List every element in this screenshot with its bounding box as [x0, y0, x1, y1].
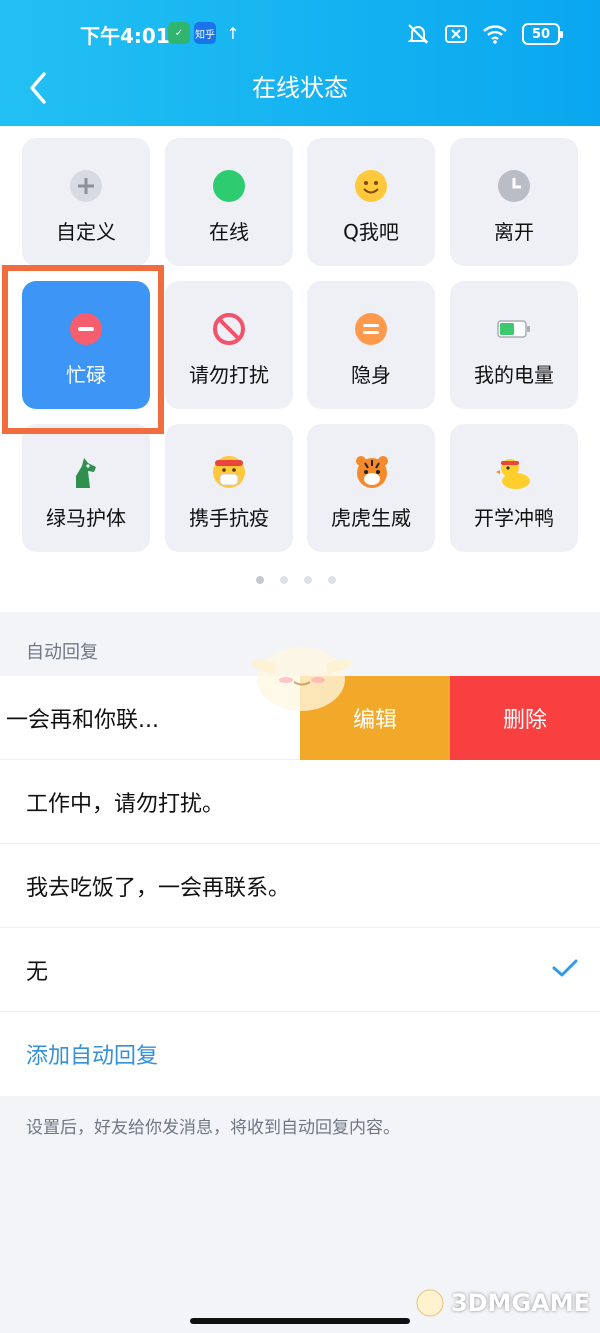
status-label: 离开: [494, 220, 534, 244]
status-label: 请勿打扰: [189, 363, 269, 387]
status-tile-do-not-disturb[interactable]: 请勿打扰: [165, 281, 293, 409]
green-horse-icon: [68, 454, 104, 490]
zhihu-app-icon: 知乎: [194, 22, 216, 44]
page-title: 在线状态: [252, 74, 348, 102]
auto-reply-list: 一会再和你联... 编辑 删除 工作中，请勿打扰。 我去吃饭了，一会再联系。 无…: [0, 676, 600, 1096]
status-tile-away[interactable]: 离开: [450, 138, 578, 266]
clock-icon: [496, 168, 532, 204]
battery-indicator: 50: [522, 23, 563, 45]
status-label: 绿马护体: [46, 506, 126, 530]
status-label: 虎虎生威: [331, 506, 411, 530]
auto-reply-text: 无: [26, 959, 49, 985]
status-tile-my-battery[interactable]: 我的电量: [450, 281, 578, 409]
do-not-disturb-icon: [211, 311, 247, 347]
selection-highlight-box: [2, 265, 164, 434]
status-label: 隐身: [351, 363, 391, 387]
duck-icon: [496, 454, 532, 490]
page-indicator: [256, 576, 336, 584]
shield-app-icon: ✓: [168, 22, 190, 44]
status-label: 在线: [209, 220, 249, 244]
status-icons: 50: [406, 22, 563, 46]
status-bar: 下午4:01 ✓ 知乎 ↑ 50: [0, 0, 600, 66]
status-label: 开学冲鸭: [474, 506, 554, 530]
status-tile-custom[interactable]: 自定义: [22, 138, 150, 266]
page-dot[interactable]: [256, 576, 264, 584]
upload-arrow-icon: ↑: [226, 23, 240, 43]
status-tile-online[interactable]: 在线: [165, 138, 293, 266]
mascot-penguin-icon: [250, 647, 352, 711]
auto-reply-item[interactable]: 我去吃饭了，一会再联系。: [0, 844, 600, 928]
add-auto-reply-link[interactable]: 添加自动回复: [0, 1012, 600, 1096]
smile-icon: [353, 168, 389, 204]
no-sim-icon: [445, 25, 467, 43]
status-label: Q我吧: [343, 220, 399, 244]
checkmark-icon: [552, 959, 578, 977]
page-dot[interactable]: [280, 576, 288, 584]
status-label: 我的电量: [474, 363, 554, 387]
status-tile-tiger[interactable]: 虎虎生威: [307, 424, 435, 552]
tiger-icon: [353, 454, 389, 490]
status-label: 携手抗疫: [189, 506, 269, 530]
auto-reply-section-title: 自动回复: [26, 642, 98, 663]
status-tile-green-horse[interactable]: 绿马护体: [22, 424, 150, 552]
online-dot-icon: [211, 168, 247, 204]
auto-reply-item[interactable]: 无: [0, 928, 600, 1012]
invisible-icon: [353, 311, 389, 347]
watermark: 3DMGAME: [415, 1288, 590, 1318]
auto-reply-text: 工作中，请勿打扰。: [26, 791, 225, 817]
watermark-text: 3DMGAME: [450, 1289, 590, 1317]
home-indicator[interactable]: [190, 1318, 410, 1324]
header: 下午4:01 ✓ 知乎 ↑ 50 在线状态: [0, 0, 600, 126]
auto-reply-text: 一会再和你联...: [6, 707, 159, 733]
delete-button[interactable]: 删除: [450, 676, 600, 760]
mute-bell-icon: [407, 24, 429, 44]
status-tile-duck[interactable]: 开学冲鸭: [450, 424, 578, 552]
watermark-logo-icon: [416, 1289, 444, 1317]
status-label: 自定义: [56, 220, 116, 244]
wifi-icon: [483, 25, 507, 44]
plus-icon: [68, 168, 104, 204]
status-tile-fight-epidemic[interactable]: 携手抗疫: [165, 424, 293, 552]
status-tile-q-me[interactable]: Q我吧: [307, 138, 435, 266]
auto-reply-text: 我去吃饭了，一会再联系。: [26, 875, 291, 901]
mask-face-icon: [211, 454, 247, 490]
status-time: 下午4:01: [80, 24, 170, 48]
battery-icon: [496, 311, 532, 347]
auto-reply-item[interactable]: 工作中，请勿打扰。: [0, 760, 600, 844]
auto-reply-footnote: 设置后，好友给你发消息，将收到自动回复内容。: [26, 1118, 400, 1138]
page-dot[interactable]: [328, 576, 336, 584]
page-dot[interactable]: [304, 576, 312, 584]
status-tile-invisible[interactable]: 隐身: [307, 281, 435, 409]
